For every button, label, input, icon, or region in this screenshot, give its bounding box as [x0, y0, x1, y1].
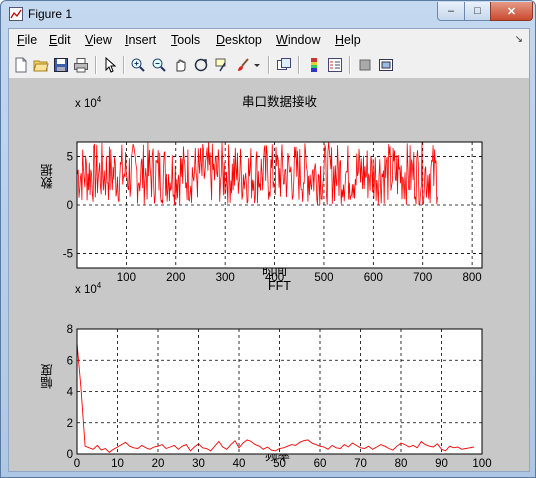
y-tick-label: 2: [67, 418, 73, 430]
x-tick-label: 20: [152, 458, 165, 470]
toolbar-separator: [268, 56, 270, 74]
x-tick-label: 30: [192, 458, 205, 470]
x-tick-label: 70: [354, 458, 367, 470]
x-tick-label: 40: [233, 458, 246, 470]
toolbar-separator: [123, 56, 125, 74]
link-plot-icon[interactable]: [275, 56, 293, 74]
minimize-button[interactable]: –: [437, 2, 465, 21]
insert-legend-icon[interactable]: [326, 56, 344, 74]
rotate-3d-icon[interactable]: [192, 56, 210, 74]
print-icon[interactable]: [72, 56, 90, 74]
insert-colorbar-icon[interactable]: [305, 56, 323, 74]
y-tick-label: 0: [67, 449, 73, 461]
zoom-in-icon[interactable]: [129, 56, 147, 74]
toolbar-separator: [349, 56, 351, 74]
menu-tools[interactable]: Tools: [171, 33, 200, 47]
y-tick-label: 8: [67, 324, 73, 336]
zoom-out-icon[interactable]: [150, 56, 168, 74]
x-tick-label: 0: [74, 458, 80, 470]
pan-hand-icon[interactable]: [171, 56, 189, 74]
figure-toolbar: [9, 52, 529, 79]
maximize-icon: □: [474, 5, 481, 17]
x-tick-label: 10: [111, 458, 124, 470]
menu-desktop[interactable]: Desktop: [216, 33, 262, 47]
matlab-figure-icon: [9, 7, 23, 21]
plot2-axes[interactable]: 0 10 20 30 40 50 60 70 80 90 100 0 2 4 6 8: [9, 79, 529, 471]
menu-view[interactable]: View: [85, 33, 112, 47]
menu-help[interactable]: Help: [335, 33, 361, 47]
y-tick-label: 4: [67, 387, 74, 399]
maximize-button[interactable]: □: [464, 2, 491, 21]
y-tick-label: 6: [67, 355, 73, 367]
x-tick-label: 60: [314, 458, 327, 470]
figure-client-area: File Edit View Insert Tools Desktop Wind…: [8, 28, 530, 472]
data-cursor-icon[interactable]: [213, 56, 231, 74]
hide-plot-tools-icon[interactable]: [356, 56, 374, 74]
menu-edit[interactable]: Edit: [49, 33, 71, 47]
x-tick-label: 100: [472, 458, 491, 470]
minimize-icon: –: [447, 5, 455, 17]
figure-window: Figure 1 – □ ✕ File Edit View Insert Too…: [0, 0, 536, 478]
title-bar[interactable]: Figure 1 – □ ✕: [1, 1, 535, 27]
x-tick-label: 50: [273, 458, 286, 470]
menu-bar: File Edit View Insert Tools Desktop Wind…: [9, 29, 529, 51]
brush-icon[interactable]: [234, 56, 252, 74]
menu-insert[interactable]: Insert: [125, 33, 156, 47]
new-figure-icon[interactable]: [12, 56, 30, 74]
x-tick-label: 80: [395, 458, 408, 470]
menu-window[interactable]: Window: [276, 33, 320, 47]
x-tick-label: 90: [435, 458, 448, 470]
save-icon[interactable]: [52, 56, 70, 74]
window-title: Figure 1: [28, 7, 73, 21]
menu-file[interactable]: File: [17, 33, 37, 47]
dock-figure-icon[interactable]: ↘: [515, 34, 523, 45]
brush-dropdown-icon[interactable]: [252, 56, 262, 74]
close-icon: ✕: [506, 5, 517, 18]
toolbar-separator: [298, 56, 300, 74]
edit-plot-arrow-icon[interactable]: [101, 56, 119, 74]
close-button[interactable]: ✕: [490, 2, 533, 21]
show-plot-tools-icon[interactable]: [377, 56, 395, 74]
toolbar-separator: [95, 56, 97, 74]
figure-canvas: x 104 串口数据接收 数据 时间 100 200 300 400 500 600 700…: [9, 79, 529, 471]
open-file-icon[interactable]: [32, 56, 50, 74]
